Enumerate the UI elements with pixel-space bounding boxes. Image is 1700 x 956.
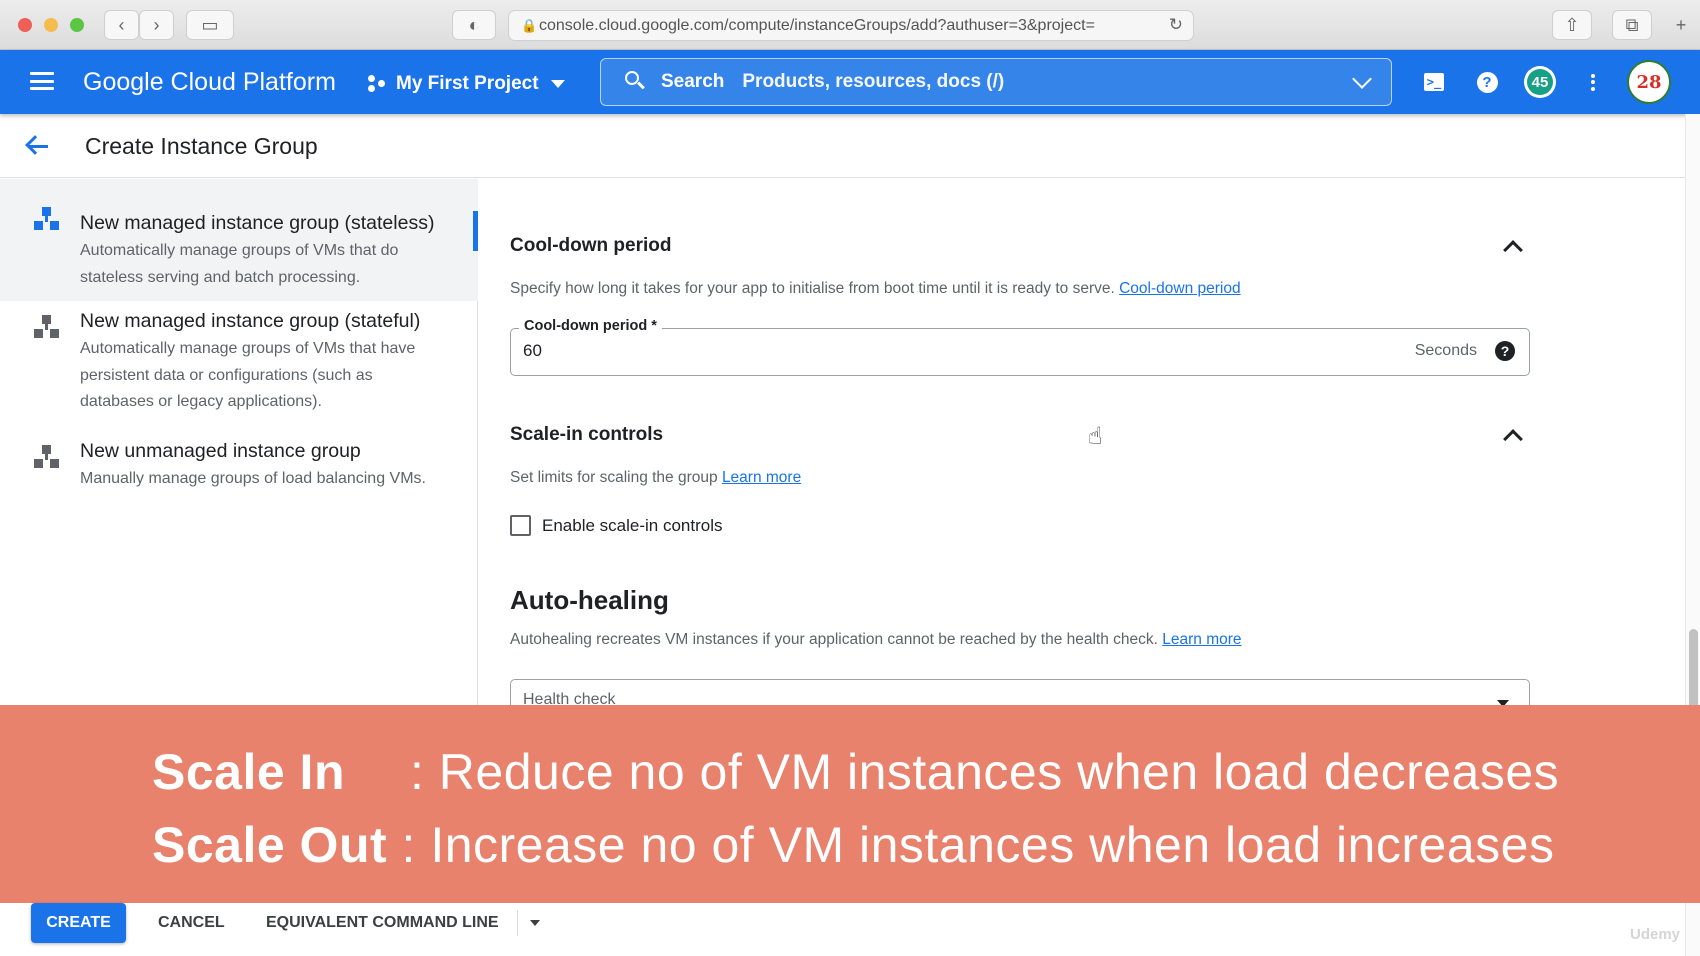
search-icon — [625, 71, 647, 93]
cooldown-link[interactable]: Cool-down period — [1119, 280, 1241, 297]
cooldown-value[interactable]: 60 — [523, 341, 542, 361]
scale-in-heading: Scale-in controls — [510, 424, 664, 445]
instance-group-icon — [34, 445, 60, 471]
kebab-icon — [1591, 71, 1595, 93]
search-label: Search — [661, 71, 725, 92]
tabs-button[interactable]: ⧉ — [1612, 10, 1652, 40]
scale-in-caption: Scale In : Reduce no of VM instances when… — [152, 743, 1559, 801]
chevron-down-icon — [550, 80, 565, 88]
type-description: Automatically manage groups of VMs that … — [80, 242, 399, 286]
page-title-bar: Create Instance Group — [0, 114, 1685, 178]
type-name: New unmanaged instance group — [80, 440, 361, 462]
instance-group-icon — [34, 207, 60, 233]
search-expand-icon[interactable] — [1352, 69, 1372, 89]
back-button[interactable]: ‹ — [104, 10, 139, 40]
reload-icon[interactable]: ↻ — [1169, 15, 1183, 35]
type-description: Manually manage groups of load balancing… — [80, 470, 426, 487]
minimize-window-button[interactable] — [44, 18, 58, 32]
type-name: New managed instance group (stateless) — [80, 212, 435, 234]
lock-icon: 🔒 — [521, 18, 538, 33]
project-selector[interactable]: My First Project — [368, 70, 565, 98]
project-name: My First Project — [396, 73, 539, 94]
cooldown-suffix: Seconds — [1414, 342, 1477, 359]
forward-button[interactable]: › — [139, 10, 174, 40]
avatar[interactable]: 28 — [1627, 60, 1671, 104]
cooldown-field[interactable]: Cool-down period * 60 Seconds ? — [510, 318, 1530, 376]
type-stateful-managed[interactable]: New managed instance group (stateful) Au… — [0, 301, 478, 435]
group-type-list: New managed instance group (stateless) A… — [0, 179, 478, 705]
cancel-button[interactable]: CANCEL — [158, 903, 225, 943]
type-description: Automatically manage groups of VMs that … — [80, 340, 416, 410]
scale-in-description: Set limits for scaling the group Learn m… — [510, 469, 801, 487]
help-button[interactable]: ? — [1471, 66, 1503, 98]
hamburger-icon[interactable] — [30, 72, 54, 90]
scale-in-description-text: Set limits for scaling the group — [510, 469, 718, 486]
equivalent-command-line-button[interactable]: EQUIVALENT COMMAND LINE — [266, 903, 499, 943]
autohealing-description: Autohealing recreates VM instances if yo… — [510, 631, 1242, 649]
app-title[interactable]: Google Cloud Platform — [83, 68, 336, 97]
selected-indicator — [473, 211, 478, 251]
chevron-up-icon[interactable] — [1503, 429, 1523, 449]
share-button[interactable]: ⇧ — [1552, 10, 1592, 40]
form-actions: CREATE CANCEL EQUIVALENT COMMAND LINE — [0, 903, 1685, 956]
page-title: Create Instance Group — [85, 133, 318, 159]
caption-overlay: Scale In : Reduce no of VM instances when… — [0, 705, 1700, 903]
cloud-shell-icon: >_ — [1424, 73, 1444, 91]
help-circle-icon[interactable]: ? — [1495, 341, 1515, 361]
main-form: Cool-down period Specify how long it tak… — [479, 179, 1685, 705]
instance-group-icon — [34, 315, 60, 341]
dropdown-caret-icon — [530, 920, 540, 926]
browser-toolbar: ‹ › ▭ ◐ 🔒 console.cloud.google.com/compu… — [0, 0, 1700, 50]
scale-out-caption: Scale Out : Increase no of VM instances … — [152, 816, 1554, 874]
scale-in-definition: : Reduce no of VM instances when load de… — [410, 744, 1560, 800]
scale-out-term: Scale Out — [152, 817, 388, 873]
cooldown-description: Specify how long it takes for your app t… — [510, 280, 1241, 298]
notification-count: 45 — [1527, 69, 1553, 95]
scale-in-checkbox-label[interactable]: Enable scale-in controls — [542, 516, 722, 536]
type-unmanaged[interactable]: New unmanaged instance group Manually ma… — [0, 435, 478, 535]
chevron-up-icon[interactable] — [1503, 240, 1523, 260]
notifications-button[interactable]: 45 — [1524, 66, 1556, 98]
health-check-dropdown[interactable]: Health check — [510, 679, 1530, 705]
sidebar-button[interactable]: ▭ — [186, 10, 234, 40]
scale-in-learn-more-link[interactable]: Learn more — [722, 469, 801, 486]
scale-out-definition: : Increase no of VM instances when load … — [401, 817, 1555, 873]
search-input[interactable]: Search Products, resources, docs (/) — [600, 58, 1392, 106]
cooldown-field-label: Cool-down period * — [519, 318, 662, 334]
autohealing-heading: Auto-healing — [510, 585, 669, 615]
autohealing-description-text: Autohealing recreates VM instances if yo… — [510, 631, 1158, 648]
health-check-label: Health check — [523, 691, 616, 705]
help-icon: ? — [1476, 71, 1498, 93]
autohealing-learn-more-link[interactable]: Learn more — [1162, 631, 1241, 648]
type-name: New managed instance group (stateful) — [80, 310, 421, 332]
command-line-menu-button[interactable] — [517, 910, 551, 936]
create-button[interactable]: CREATE — [31, 903, 126, 943]
cloud-shell-button[interactable]: >_ — [1418, 66, 1450, 98]
cooldown-description-text: Specify how long it takes for your app t… — [510, 280, 1115, 297]
close-window-button[interactable] — [18, 18, 32, 32]
maximize-window-button[interactable] — [70, 18, 84, 32]
pointer-cursor-icon: ☝ — [1088, 423, 1103, 450]
more-options-button[interactable] — [1577, 66, 1609, 98]
scale-in-checkbox[interactable] — [510, 515, 531, 536]
watermark-logo: Udemy — [1630, 926, 1681, 943]
search-placeholder: Products, resources, docs (/) — [742, 71, 1005, 92]
type-stateless-managed[interactable]: New managed instance group (stateless) A… — [0, 179, 478, 301]
cooldown-heading: Cool-down period — [510, 235, 672, 256]
project-icon — [368, 75, 386, 93]
address-bar[interactable]: 🔒 console.cloud.google.com/compute/insta… — [508, 10, 1194, 41]
url-text: console.cloud.google.com/compute/instanc… — [539, 16, 1095, 34]
scale-in-term: Scale In — [152, 744, 345, 800]
back-arrow-icon[interactable] — [24, 134, 52, 158]
new-tab-button[interactable]: + — [1666, 10, 1696, 40]
gcp-header: Google Cloud Platform My First Project S… — [0, 50, 1700, 114]
privacy-shield-icon[interactable]: ◐ — [452, 10, 496, 40]
